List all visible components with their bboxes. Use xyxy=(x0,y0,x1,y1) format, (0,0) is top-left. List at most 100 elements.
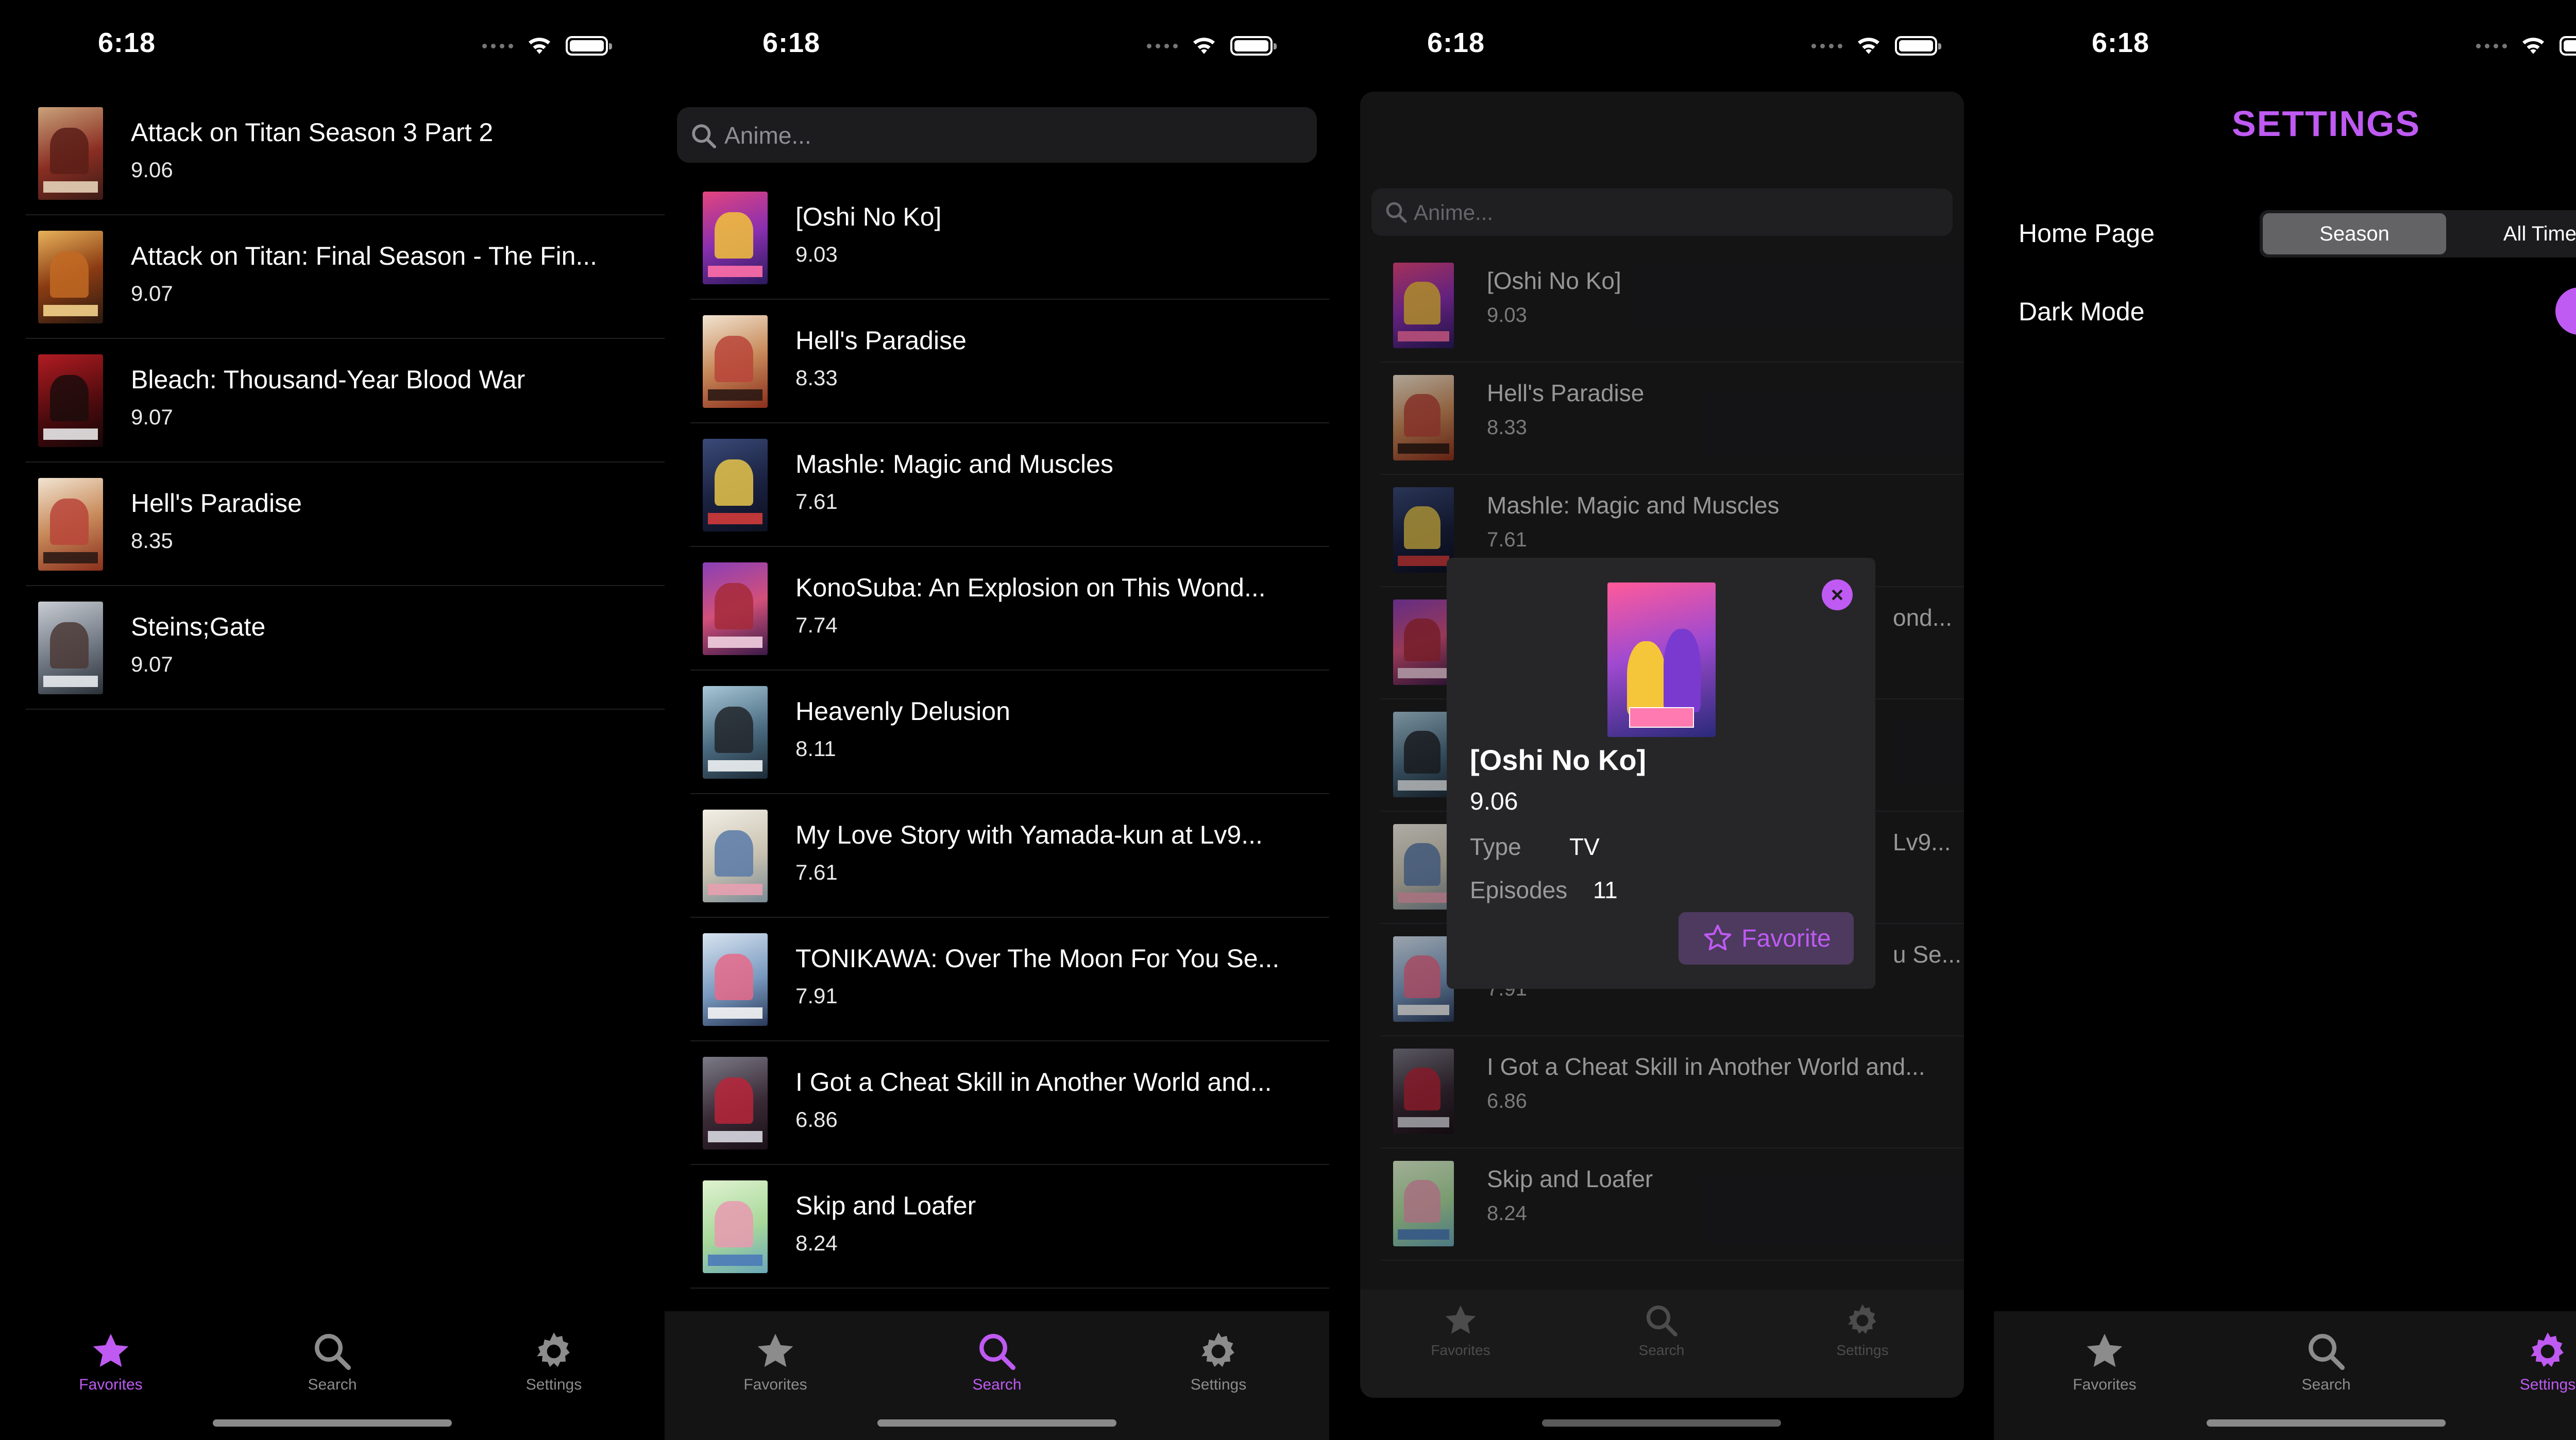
status-bar: 6:18 xyxy=(0,0,665,88)
anime-title: [Oshi No Ko] xyxy=(795,202,942,231)
anime-title: Heavenly Delusion xyxy=(795,697,1010,726)
search-input[interactable] xyxy=(723,107,1292,164)
tab-search[interactable]: Search xyxy=(222,1311,443,1394)
anime-poster xyxy=(38,602,103,694)
anime-score: 8.11 xyxy=(795,736,836,761)
favorite-item[interactable]: Hell's Paradise 8.35 xyxy=(26,462,665,586)
anime-poster xyxy=(38,478,103,571)
detail-title: [Oshi No Ko] xyxy=(1470,744,1647,776)
search-screen: 6:18 [Oshi No Ko] 9.03 Hell's Paradise 8… xyxy=(665,0,1329,1440)
episodes-value: 11 xyxy=(1593,877,1618,903)
tab-search[interactable]: Search xyxy=(886,1311,1108,1394)
result-item[interactable]: My Love Story with Yamada-kun at Lv9... … xyxy=(690,794,1329,918)
gear-icon xyxy=(1197,1330,1240,1373)
result-item[interactable]: Heavenly Delusion 8.11 xyxy=(690,671,1329,794)
result-item[interactable]: [Oshi No Ko] 9.03 xyxy=(690,176,1329,300)
anime-title: My Love Story with Yamada-kun at Lv9... xyxy=(795,820,1263,849)
anime-poster xyxy=(38,354,103,447)
star-icon xyxy=(2083,1330,2126,1373)
anime-detail-popup: × [Oshi No Ko] 9.06 Type TV Episodes 11 … xyxy=(1447,558,1875,989)
home-page-label: Home Page xyxy=(2019,219,2155,248)
anime-score: 9.03 xyxy=(795,242,838,266)
tab-label: Favorites xyxy=(743,1376,807,1393)
tab-favorites[interactable]: Favorites xyxy=(1994,1311,2215,1394)
close-button[interactable]: × xyxy=(1822,579,1853,610)
favorite-button-label: Favorite xyxy=(1741,924,1831,952)
tab-label: Settings xyxy=(526,1376,582,1393)
tab-label: Favorites xyxy=(2073,1376,2137,1393)
favorite-item[interactable]: Bleach: Thousand-Year Blood War 9.07 xyxy=(26,339,665,462)
result-item[interactable]: Mashle: Magic and Muscles 7.61 xyxy=(690,423,1329,547)
anime-title: Attack on Titan: Final Season - The Fin.… xyxy=(131,242,598,270)
tab-settings[interactable]: Settings xyxy=(443,1311,665,1394)
favorite-item[interactable]: Steins;Gate 9.07 xyxy=(26,586,665,710)
wifi-icon xyxy=(524,31,554,61)
anime-poster xyxy=(703,810,768,902)
anime-score: 6.86 xyxy=(795,1107,838,1132)
cellular-icon xyxy=(2476,43,2507,48)
cellular-icon xyxy=(1811,43,1842,48)
search-icon xyxy=(2304,1330,2348,1373)
favorite-item[interactable]: Attack on Titan Season 3 Part 2 9.06 xyxy=(26,92,665,215)
anime-title: Skip and Loafer xyxy=(795,1191,976,1220)
result-item[interactable]: TONIKAWA: Over The Moon For You Se... 7.… xyxy=(690,918,1329,1041)
anime-score: 7.91 xyxy=(795,984,838,1008)
anime-title: Steins;Gate xyxy=(131,612,266,641)
tab-label: Search xyxy=(972,1376,1022,1393)
tab-label: Search xyxy=(2301,1376,2351,1393)
result-item[interactable]: Skip and Loafer 8.24 xyxy=(690,1165,1329,1289)
search-bar[interactable] xyxy=(677,107,1317,164)
home-indicator xyxy=(213,1419,452,1427)
cellular-icon xyxy=(1147,43,1178,48)
tab-settings[interactable]: Settings xyxy=(1108,1311,1329,1394)
result-item[interactable]: KonoSuba: An Explosion on This Wond... 7… xyxy=(690,547,1329,671)
wifi-icon xyxy=(1189,31,1219,61)
tab-bar: Favorites Search Settings xyxy=(0,1311,665,1440)
result-item[interactable]: I Got a Cheat Skill in Another World and… xyxy=(690,1041,1329,1165)
anime-score: 7.61 xyxy=(795,489,838,513)
status-bar: 6:18 xyxy=(1994,0,2576,88)
anime-title: Hell's Paradise xyxy=(131,489,302,518)
detail-score: 9.06 xyxy=(1470,788,1518,815)
anime-poster xyxy=(703,562,768,655)
tab-search[interactable]: Search xyxy=(2215,1311,2437,1394)
anime-title: TONIKAWA: Over The Moon For You Se... xyxy=(795,944,1280,973)
favorite-button[interactable]: Favorite xyxy=(1679,912,1854,965)
home-indicator xyxy=(1542,1419,1781,1427)
search-icon xyxy=(311,1330,354,1373)
anime-poster xyxy=(703,1180,768,1273)
favorites-screen: 6:18 Attack on Titan Season 3 Part 2 9.0… xyxy=(0,0,665,1440)
dark-mode-toggle[interactable] xyxy=(2555,287,2576,335)
anime-score: 8.33 xyxy=(795,366,838,390)
status-time: 6:18 xyxy=(98,27,156,58)
anime-score: 9.07 xyxy=(131,405,173,429)
battery-icon xyxy=(2560,36,2576,56)
gear-icon xyxy=(2526,1330,2569,1373)
tab-favorites[interactable]: Favorites xyxy=(0,1311,222,1394)
battery-icon xyxy=(1895,36,1941,56)
home-indicator xyxy=(877,1419,1116,1427)
star-icon xyxy=(89,1330,132,1373)
tab-favorites[interactable]: Favorites xyxy=(665,1311,886,1394)
tab-bar: Favorites Search Settings xyxy=(1994,1311,2576,1440)
anime-title: Hell's Paradise xyxy=(795,326,967,355)
anime-score: 9.07 xyxy=(131,281,173,305)
status-time: 6:18 xyxy=(1427,27,1485,58)
result-item[interactable]: Hell's Paradise 8.33 xyxy=(690,300,1329,423)
anime-poster xyxy=(703,1057,768,1150)
anime-title: Attack on Titan Season 3 Part 2 xyxy=(131,118,494,147)
battery-icon xyxy=(1230,36,1277,56)
anime-poster xyxy=(38,107,103,200)
status-bar: 6:18 xyxy=(1329,0,1994,88)
segment-all-time[interactable]: All Time xyxy=(2448,213,2576,254)
anime-poster xyxy=(38,231,103,323)
type-value: TV xyxy=(1569,833,1600,860)
settings-screen: 6:18 SETTINGS Home Page Season All Time … xyxy=(1994,0,2576,1440)
favorite-item[interactable]: Attack on Titan: Final Season - The Fin.… xyxy=(26,215,665,339)
tab-bar: Favorites Search Settings xyxy=(665,1311,1329,1440)
star-icon xyxy=(754,1330,797,1373)
tab-settings[interactable]: Settings xyxy=(2437,1311,2576,1394)
status-time: 6:18 xyxy=(2092,27,2150,58)
segment-season[interactable]: Season xyxy=(2263,213,2446,254)
tab-label: Search xyxy=(308,1376,357,1393)
